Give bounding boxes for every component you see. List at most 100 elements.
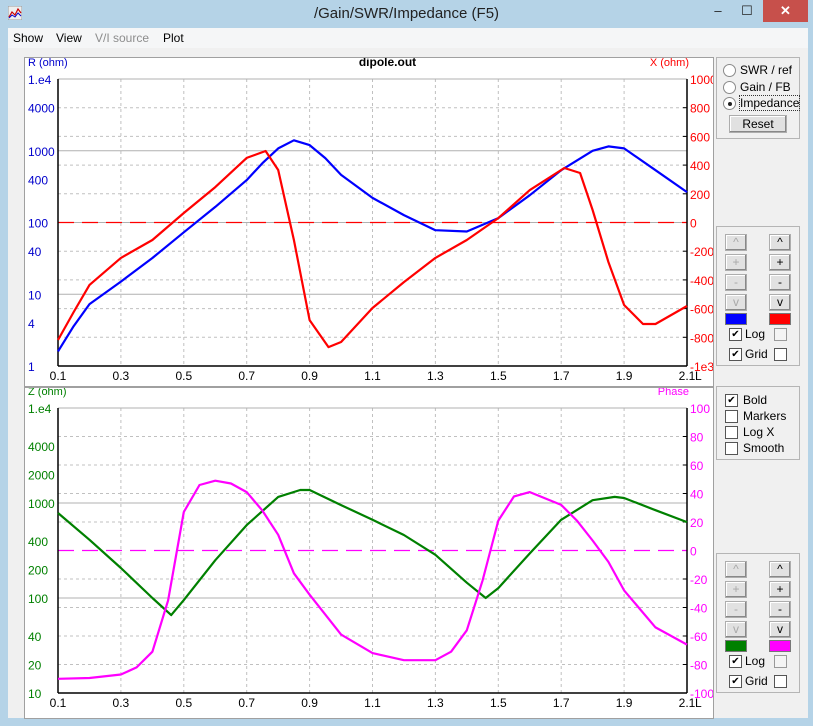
bottom-left-grid-checkbox[interactable]: ✔ <box>729 675 742 688</box>
top-left-axis-label: R (ohm) <box>28 58 68 69</box>
bottom-right-tick-label: 60 <box>690 459 704 473</box>
bottom-right-plus-button[interactable]: + <box>769 581 791 598</box>
maximize-button[interactable]: ☐ <box>734 0 760 22</box>
top-x-tick-label: 0.1 <box>50 369 67 383</box>
radio-swr-ref-circle[interactable] <box>723 64 736 77</box>
bottom-x-tick-label: 1.7 <box>553 696 570 710</box>
bottom-left-plus-button[interactable]: + <box>725 581 747 598</box>
bottom-right-log-checkbox[interactable] <box>774 655 787 668</box>
top-right-tick-label: 0 <box>690 217 697 231</box>
top-left-color-swatch[interactable] <box>725 313 747 325</box>
bottom-right-tick-label: 0 <box>690 545 697 559</box>
bottom-right-axis-label: Phase <box>658 388 689 398</box>
window-title: /Gain/SWR/Impedance (F5) <box>313 5 500 22</box>
top-left-tick-label: 1.e4 <box>28 73 52 87</box>
log-x-label: Log X <box>743 425 775 439</box>
bottom-left-up-button[interactable]: ^ <box>725 561 747 578</box>
bottom-grid-label: Grid <box>745 674 768 688</box>
top-right-tick-label: -800 <box>690 331 713 345</box>
top-axis-controls: ^ ^ + + - - v v ✔ Log ✔ Grid <box>716 226 800 366</box>
top-left-plus-button[interactable]: + <box>725 254 747 271</box>
top-right-grid-checkbox[interactable] <box>774 348 787 361</box>
bottom-right-tick-label: 40 <box>690 488 704 502</box>
markers-checkbox[interactable] <box>725 410 738 423</box>
bottom-left-tick-label: 40 <box>28 630 42 644</box>
reset-button[interactable]: Reset <box>729 115 787 133</box>
top-left-down-button[interactable]: v <box>725 294 747 311</box>
bold-checkbox[interactable]: ✔ <box>725 394 738 407</box>
bottom-log-label: Log <box>745 654 766 668</box>
top-left-tick-label: 4 <box>28 317 35 331</box>
bottom-left-tick-label: 1000 <box>28 497 55 511</box>
bottom-right-color-swatch[interactable] <box>769 640 791 652</box>
top-x-tick-label: 0.3 <box>113 369 130 383</box>
bottom-left-minus-button[interactable]: - <box>725 601 747 618</box>
bottom-left-tick-label: 200 <box>28 563 48 577</box>
menu-plot[interactable]: Plot <box>163 31 184 45</box>
window-client: Show View V/I source Plot 0.1 0.3 0.5 0.7 0.… <box>8 28 808 719</box>
bottom-left-down-button[interactable]: v <box>725 621 747 638</box>
top-right-tick-label: 200 <box>690 188 710 202</box>
log-x-checkbox[interactable] <box>725 426 738 439</box>
top-right-axis-label: X (ohm) <box>650 58 689 69</box>
bottom-x-tick-label: 0.1 <box>50 696 67 710</box>
bottom-left-log-checkbox[interactable]: ✔ <box>729 655 742 668</box>
impedance-zphase-plot: 0.1 0.3 0.5 0.7 0.9 1.1 1.3 1.5 1.7 1.9 2.1 L 100 80 6… <box>24 386 714 719</box>
bottom-right-grid-checkbox[interactable] <box>774 675 787 688</box>
smooth-label: Smooth <box>743 441 785 455</box>
top-right-tick-label: -600 <box>690 303 713 317</box>
top-left-grid-checkbox[interactable]: ✔ <box>729 348 742 361</box>
bottom-left-tick-label: 2000 <box>28 468 55 482</box>
bottom-right-tick-label: -100 <box>690 687 713 701</box>
bottom-right-tick-label: -40 <box>690 602 708 616</box>
top-left-log-checkbox[interactable]: ✔ <box>729 328 742 341</box>
bottom-right-tick-label: -20 <box>690 573 708 587</box>
top-right-down-button[interactable]: v <box>769 294 791 311</box>
menu-vi-source[interactable]: V/I source <box>95 31 149 45</box>
top-x-tick-label: 1.3 <box>427 369 444 383</box>
bottom-left-tick-label: 4000 <box>28 440 55 454</box>
markers-label: Markers <box>743 409 787 423</box>
top-right-color-swatch[interactable] <box>769 313 791 325</box>
radio-impedance-circle[interactable] <box>723 97 736 110</box>
radio-gain-fb-circle[interactable] <box>723 81 736 94</box>
top-left-minus-button[interactable]: - <box>725 274 747 291</box>
bottom-left-tick-label: 400 <box>28 535 48 549</box>
bottom-left-tick-label: 1.e4 <box>28 402 52 416</box>
bottom-left-color-swatch[interactable] <box>725 640 747 652</box>
bottom-left-axis-label: Z (ohm) <box>28 388 67 398</box>
bottom-right-tick-label: 20 <box>690 516 704 530</box>
menu-view[interactable]: View <box>56 31 82 45</box>
top-grid-label: Grid <box>745 347 768 361</box>
top-x-tick-label: 1.5 <box>490 369 507 383</box>
bottom-x-tick-label: 1.3 <box>427 696 444 710</box>
top-right-log-checkbox[interactable] <box>774 328 787 341</box>
radio-swr-ref-label: SWR / ref <box>740 63 793 77</box>
bottom-x-tick-label: 0.7 <box>238 696 255 710</box>
top-x-tick-label: 0.5 <box>175 369 192 383</box>
top-left-tick-label: 4000 <box>28 102 55 116</box>
top-left-up-button[interactable]: ^ <box>725 234 747 251</box>
zphase-chart-svg: 0.1 0.3 0.5 0.7 0.9 1.1 1.3 1.5 1.7 1.9 2.1 L100806… <box>28 386 714 710</box>
top-right-tick-label: -400 <box>690 274 713 288</box>
top-log-label: Log <box>745 327 766 341</box>
bottom-right-up-button[interactable]: ^ <box>769 561 791 578</box>
minimize-button[interactable]: ‒ <box>705 0 731 22</box>
close-button[interactable]: ✕ <box>763 0 808 22</box>
bottom-right-down-button[interactable]: v <box>769 621 791 638</box>
top-right-minus-button[interactable]: - <box>769 274 791 291</box>
bottom-right-minus-button[interactable]: - <box>769 601 791 618</box>
bottom-right-tick-label: -60 <box>690 630 708 644</box>
top-right-tick-label: 600 <box>690 130 710 144</box>
top-x-tick-label: 1.7 <box>553 369 570 383</box>
top-right-tick-label: 800 <box>690 102 710 116</box>
bottom-x-tick-label: 0.5 <box>175 696 192 710</box>
top-left-tick-label: 10 <box>28 288 42 302</box>
menu-show[interactable]: Show <box>13 31 43 45</box>
bottom-axis-controls: ^ ^ + + - - v v ✔ Log ✔ Grid <box>716 553 800 693</box>
top-left-tick-label: 1 <box>28 360 35 374</box>
radio-gain-fb-label: Gain / FB <box>740 80 791 94</box>
top-right-plus-button[interactable]: + <box>769 254 791 271</box>
smooth-checkbox[interactable] <box>725 442 738 455</box>
top-right-up-button[interactable]: ^ <box>769 234 791 251</box>
